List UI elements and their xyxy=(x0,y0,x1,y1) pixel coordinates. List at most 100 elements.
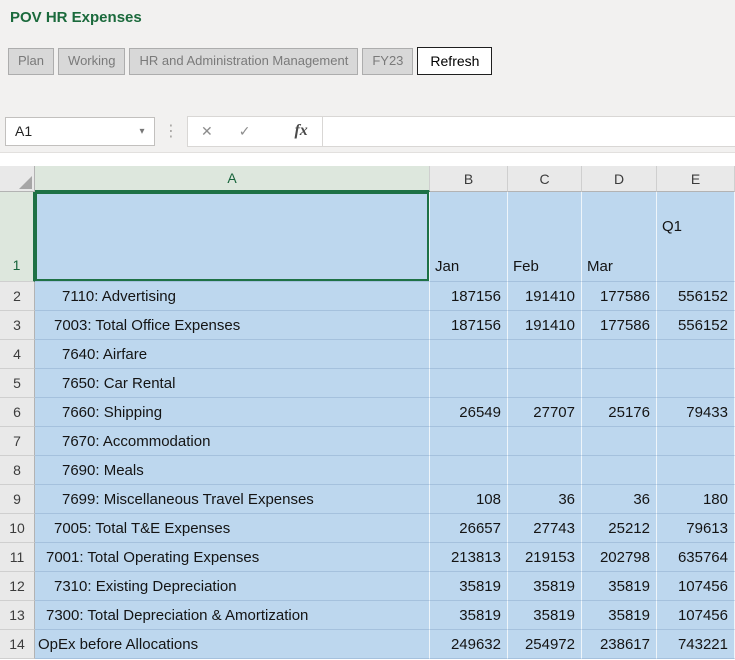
cell-E4[interactable] xyxy=(657,340,735,369)
cell-D11[interactable]: 202798 xyxy=(582,543,657,572)
row-header-14[interactable]: 14 xyxy=(0,630,35,659)
cell-D7[interactable] xyxy=(582,427,657,456)
cell-B7[interactable] xyxy=(430,427,508,456)
cell-D1[interactable]: Mar xyxy=(582,192,657,282)
row-header-5[interactable]: 5 xyxy=(0,369,35,398)
row-header-9[interactable]: 9 xyxy=(0,485,35,514)
cell-A13[interactable]: 7300: Total Depreciation & Amortization xyxy=(35,601,430,630)
column-header-B[interactable]: B xyxy=(430,166,508,192)
cell-D4[interactable] xyxy=(582,340,657,369)
cell-A4[interactable]: 7640: Airfare xyxy=(35,340,430,369)
fy23-button[interactable]: FY23 xyxy=(362,48,413,75)
cell-B13[interactable]: 35819 xyxy=(430,601,508,630)
cell-C9[interactable]: 36 xyxy=(508,485,582,514)
row-header-2[interactable]: 2 xyxy=(0,282,35,311)
cell-D14[interactable]: 238617 xyxy=(582,630,657,659)
row-header-12[interactable]: 12 xyxy=(0,572,35,601)
cell-E2[interactable]: 556152 xyxy=(657,282,735,311)
cell-E3[interactable]: 556152 xyxy=(657,311,735,340)
cell-C5[interactable] xyxy=(508,369,582,398)
row-header-8[interactable]: 8 xyxy=(0,456,35,485)
cell-D10[interactable]: 25212 xyxy=(582,514,657,543)
cell-D12[interactable]: 35819 xyxy=(582,572,657,601)
cell-D13[interactable]: 35819 xyxy=(582,601,657,630)
cell-E12[interactable]: 107456 xyxy=(657,572,735,601)
cell-D8[interactable] xyxy=(582,456,657,485)
row-header-10[interactable]: 10 xyxy=(0,514,35,543)
cell-B3[interactable]: 187156 xyxy=(430,311,508,340)
cell-C3[interactable]: 191410 xyxy=(508,311,582,340)
cell-C4[interactable] xyxy=(508,340,582,369)
select-all-corner[interactable] xyxy=(0,166,35,192)
hr-and-administration-management-button[interactable]: HR and Administration Management xyxy=(129,48,358,75)
cell-B1[interactable]: Jan xyxy=(430,192,508,282)
row-header-4[interactable]: 4 xyxy=(0,340,35,369)
column-header-C[interactable]: C xyxy=(508,166,582,192)
cell-B11[interactable]: 213813 xyxy=(430,543,508,572)
cell-B8[interactable] xyxy=(430,456,508,485)
cell-B6[interactable]: 26549 xyxy=(430,398,508,427)
formula-input[interactable] xyxy=(323,117,735,146)
cell-C12[interactable]: 35819 xyxy=(508,572,582,601)
row-header-13[interactable]: 13 xyxy=(0,601,35,630)
cell-A7[interactable]: 7670: Accommodation xyxy=(35,427,430,456)
cell-A10[interactable]: 7005: Total T&E Expenses xyxy=(35,514,430,543)
cell-E1[interactable]: Q1 xyxy=(657,192,735,282)
cell-E5[interactable] xyxy=(657,369,735,398)
cell-E14[interactable]: 743221 xyxy=(657,630,735,659)
row-header-11[interactable]: 11 xyxy=(0,543,35,572)
cell-E9[interactable]: 180 xyxy=(657,485,735,514)
cell-C8[interactable] xyxy=(508,456,582,485)
cell-D2[interactable]: 177586 xyxy=(582,282,657,311)
cell-A6[interactable]: 7660: Shipping xyxy=(35,398,430,427)
chevron-down-icon[interactable]: ▾ xyxy=(130,126,154,137)
cell-B12[interactable]: 35819 xyxy=(430,572,508,601)
cell-A14[interactable]: OpEx before Allocations xyxy=(35,630,430,659)
refresh-button[interactable]: Refresh xyxy=(417,47,492,75)
cell-A1[interactable] xyxy=(35,192,430,282)
cell-C10[interactable]: 27743 xyxy=(508,514,582,543)
cell-B2[interactable]: 187156 xyxy=(430,282,508,311)
cell-A2[interactable]: 7110: Advertising xyxy=(35,282,430,311)
row-header-7[interactable]: 7 xyxy=(0,427,35,456)
cell-C2[interactable]: 191410 xyxy=(508,282,582,311)
column-header-E[interactable]: E xyxy=(657,166,735,192)
cell-A11[interactable]: 7001: Total Operating Expenses xyxy=(35,543,430,572)
cell-B4[interactable] xyxy=(430,340,508,369)
cell-B10[interactable]: 26657 xyxy=(430,514,508,543)
cell-C11[interactable]: 219153 xyxy=(508,543,582,572)
cell-C7[interactable] xyxy=(508,427,582,456)
fx-icon[interactable]: fx xyxy=(281,122,307,140)
cell-D5[interactable] xyxy=(582,369,657,398)
cell-B9[interactable]: 108 xyxy=(430,485,508,514)
row-header-1[interactable]: 1 xyxy=(0,192,35,282)
cell-E10[interactable]: 79613 xyxy=(657,514,735,543)
cell-A12[interactable]: 7310: Existing Depreciation xyxy=(35,572,430,601)
cell-D9[interactable]: 36 xyxy=(582,485,657,514)
cell-C1[interactable]: Feb xyxy=(508,192,582,282)
cell-E13[interactable]: 107456 xyxy=(657,601,735,630)
cell-E8[interactable] xyxy=(657,456,735,485)
cell-A9[interactable]: 7699: Miscellaneous Travel Expenses xyxy=(35,485,430,514)
plan-button[interactable]: Plan xyxy=(8,48,54,75)
confirm-icon[interactable]: ✓ xyxy=(226,123,264,140)
cell-A5[interactable]: 7650: Car Rental xyxy=(35,369,430,398)
cell-B5[interactable] xyxy=(430,369,508,398)
column-header-D[interactable]: D xyxy=(582,166,657,192)
row-header-6[interactable]: 6 xyxy=(0,398,35,427)
cancel-icon[interactable]: ✕ xyxy=(188,123,226,140)
cell-C14[interactable]: 254972 xyxy=(508,630,582,659)
cell-C13[interactable]: 35819 xyxy=(508,601,582,630)
cell-E11[interactable]: 635764 xyxy=(657,543,735,572)
cell-A8[interactable]: 7690: Meals xyxy=(35,456,430,485)
cell-D6[interactable]: 25176 xyxy=(582,398,657,427)
cell-B14[interactable]: 249632 xyxy=(430,630,508,659)
cell-D3[interactable]: 177586 xyxy=(582,311,657,340)
cell-C6[interactable]: 27707 xyxy=(508,398,582,427)
cell-A3[interactable]: 7003: Total Office Expenses xyxy=(35,311,430,340)
cell-E7[interactable] xyxy=(657,427,735,456)
row-header-3[interactable]: 3 xyxy=(0,311,35,340)
cell-E6[interactable]: 79433 xyxy=(657,398,735,427)
column-header-A[interactable]: A xyxy=(35,166,430,192)
name-box[interactable]: A1 ▾ xyxy=(5,117,155,146)
